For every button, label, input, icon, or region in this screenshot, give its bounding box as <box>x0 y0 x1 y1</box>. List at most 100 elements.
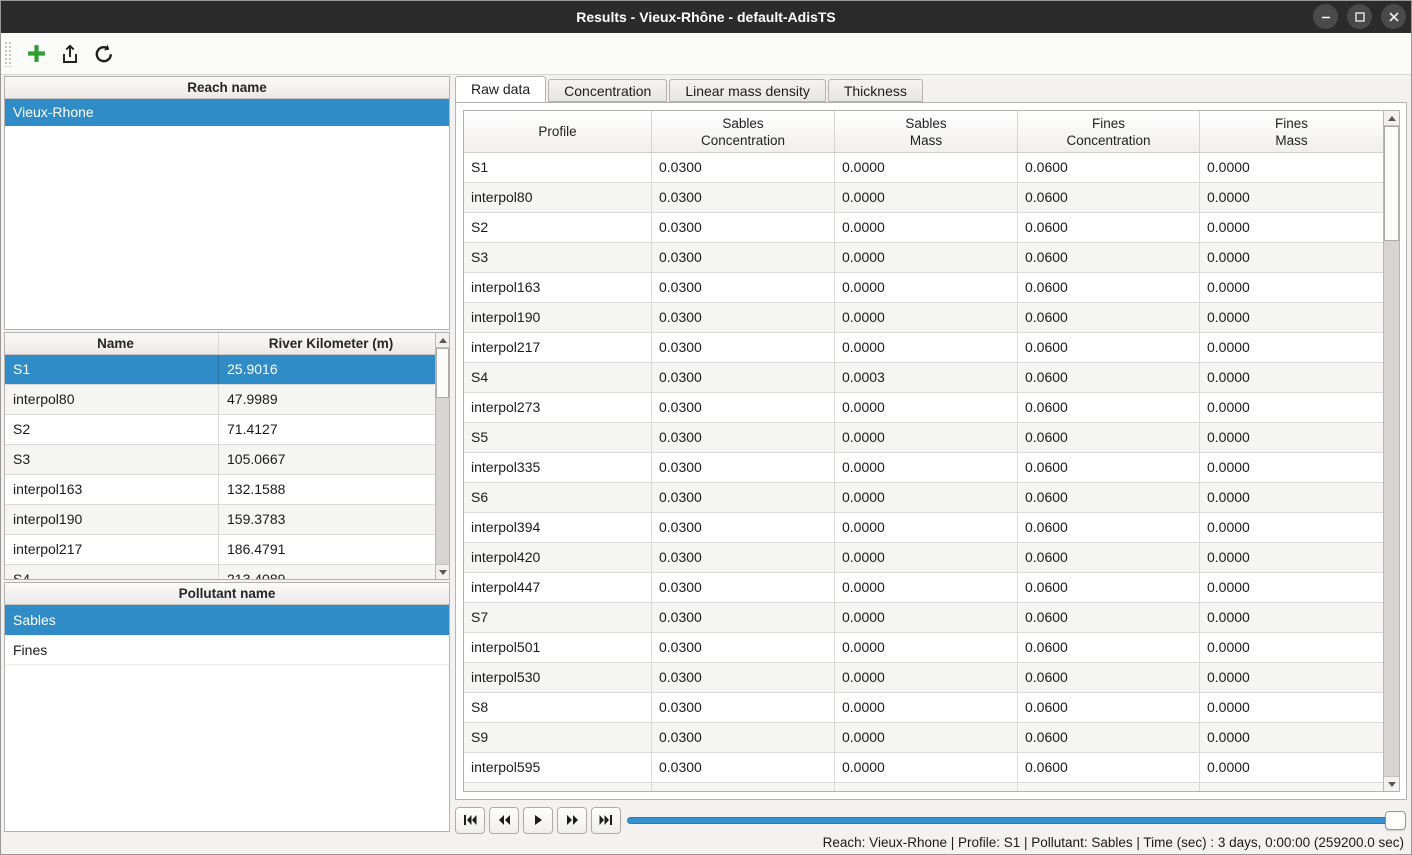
tab-bar: Raw dataConcentrationLinear mass density… <box>455 76 925 102</box>
table-row-s3[interactable]: S30.03000.00000.06000.0000 <box>464 243 1383 273</box>
table-row-interpol447[interactable]: interpol4470.03000.00000.06000.0000 <box>464 573 1383 603</box>
minimize-button[interactable] <box>1313 4 1338 29</box>
table-row-interpol420[interactable]: interpol4200.03000.00000.06000.0000 <box>464 543 1383 573</box>
tab-thickness[interactable]: Thickness <box>828 79 923 102</box>
cell: 0.0600 <box>1018 483 1200 512</box>
cell: 0.0600 <box>1018 393 1200 422</box>
scrollbar-track[interactable] <box>1384 126 1399 776</box>
refresh-button[interactable] <box>87 37 121 71</box>
reach-item-vieux-rhone[interactable]: Vieux-Rhone <box>5 99 449 126</box>
table-row-interpol501[interactable]: interpol5010.03000.00000.06000.0000 <box>464 633 1383 663</box>
profile-row-s3[interactable]: S3105.0667 <box>5 445 435 475</box>
cell: interpol595 <box>464 753 652 782</box>
maximize-icon <box>1355 12 1365 22</box>
column-header-profile[interactable]: Profile <box>464 111 652 152</box>
cell: 0.0000 <box>835 603 1018 632</box>
table-row-s8[interactable]: S80.03000.00000.06000.0000 <box>464 693 1383 723</box>
table-row-s5[interactable]: S50.03000.00000.06000.0000 <box>464 423 1383 453</box>
rewind-button[interactable] <box>489 807 519 834</box>
cell: 0.0600 <box>1018 603 1200 632</box>
table-row-interpol273[interactable]: interpol2730.03000.00000.06000.0000 <box>464 393 1383 423</box>
cell: 0.0000 <box>1200 513 1383 542</box>
cell: interpol273 <box>464 393 652 422</box>
column-header-fines-mass[interactable]: FinesMass <box>1200 111 1383 152</box>
cell: 0.0300 <box>652 783 835 791</box>
pollutant-item-fines[interactable]: Fines <box>5 635 449 665</box>
table-row-interpol530[interactable]: interpol5300.03000.00000.06000.0000 <box>464 663 1383 693</box>
time-slider-handle[interactable] <box>1385 811 1406 830</box>
column-header-sables-concentration[interactable]: SablesConcentration <box>652 111 835 152</box>
cell: 0.0000 <box>835 423 1018 452</box>
cell: 0.0000 <box>1200 303 1383 332</box>
cell: 0.0000 <box>1200 663 1383 692</box>
table-row-interpol80[interactable]: interpol800.03000.00000.06000.0000 <box>464 183 1383 213</box>
pollutant-item-sables[interactable]: Sables <box>5 605 449 635</box>
scroll-down-icon[interactable] <box>436 564 449 579</box>
table-row-interpol394[interactable]: interpol3940.03000.00000.06000.0000 <box>464 513 1383 543</box>
tab-raw-data[interactable]: Raw data <box>455 76 546 102</box>
table-row-s4[interactable]: S40.03000.00030.06000.0000 <box>464 363 1383 393</box>
cell: 0.0000 <box>1200 573 1383 602</box>
scrollbar-thumb[interactable] <box>1384 126 1399 241</box>
time-slider[interactable] <box>627 817 1405 824</box>
add-button[interactable] <box>19 37 53 71</box>
close-button[interactable] <box>1381 4 1406 29</box>
scrollbar-track[interactable] <box>436 348 449 564</box>
cell: 0.0300 <box>652 753 835 782</box>
table-row-s10[interactable]: S100.03000.00000.06000.0000 <box>464 783 1383 791</box>
table-row-s6[interactable]: S60.03000.00000.06000.0000 <box>464 483 1383 513</box>
profile-row-interpol217[interactable]: interpol217186.4791 <box>5 535 435 565</box>
profile-row-s1[interactable]: S125.9016 <box>5 355 435 385</box>
toolbar-drag-handle[interactable] <box>4 41 13 67</box>
table-row-s2[interactable]: S20.03000.00000.06000.0000 <box>464 213 1383 243</box>
toolbar <box>0 33 1412 75</box>
profile-row-s2[interactable]: S271.4127 <box>5 415 435 445</box>
data-table-scrollbar[interactable] <box>1383 111 1399 791</box>
table-row-interpol217[interactable]: interpol2170.03000.00000.06000.0000 <box>464 333 1383 363</box>
scroll-up-icon[interactable] <box>436 333 449 348</box>
tab-linear-mass-density[interactable]: Linear mass density <box>669 79 826 102</box>
table-row-interpol163[interactable]: interpol1630.03000.00000.06000.0000 <box>464 273 1383 303</box>
tab-concentration[interactable]: Concentration <box>548 79 667 102</box>
play-button[interactable] <box>523 807 553 834</box>
cell: 0.0600 <box>1018 153 1200 182</box>
profile-row-interpol190[interactable]: interpol190159.3783 <box>5 505 435 535</box>
profile-row-interpol80[interactable]: interpol8047.9989 <box>5 385 435 415</box>
column-header-sables-mass[interactable]: SablesMass <box>835 111 1018 152</box>
fast-forward-button[interactable] <box>557 807 587 834</box>
scrollbar-thumb[interactable] <box>436 348 449 398</box>
cell: 0.0003 <box>835 363 1018 392</box>
table-row-interpol190[interactable]: interpol1900.03000.00000.06000.0000 <box>464 303 1383 333</box>
skip-end-button[interactable] <box>591 807 621 834</box>
table-row-s9[interactable]: S90.03000.00000.06000.0000 <box>464 723 1383 753</box>
status-text: Reach: Vieux-Rhone | Profile: S1 | Pollu… <box>823 835 1404 850</box>
column-header-fines-concentration[interactable]: FinesConcentration <box>1018 111 1200 152</box>
cell: 0.0000 <box>835 483 1018 512</box>
maximize-button[interactable] <box>1347 4 1372 29</box>
profile-col-header-name[interactable]: Name <box>5 333 219 354</box>
table-row-s7[interactable]: S70.03000.00000.06000.0000 <box>464 603 1383 633</box>
cell: 0.0000 <box>835 723 1018 752</box>
profile-row-interpol163[interactable]: interpol163132.1588 <box>5 475 435 505</box>
scroll-up-icon[interactable] <box>1384 111 1399 126</box>
export-button[interactable] <box>53 37 87 71</box>
cell: 0.0600 <box>1018 183 1200 212</box>
profile-rk-cell: 186.4791 <box>219 535 435 564</box>
export-icon <box>59 43 81 65</box>
skip-start-button[interactable] <box>455 807 485 834</box>
table-row-interpol595[interactable]: interpol5950.03000.00000.06000.0000 <box>464 753 1383 783</box>
profile-row-s4[interactable]: S4213.4089 <box>5 565 435 580</box>
table-row-s1[interactable]: S10.03000.00000.06000.0000 <box>464 153 1383 183</box>
cell: 0.0600 <box>1018 693 1200 722</box>
title-bar: Results - Vieux-Rhône - default-AdisTS <box>0 0 1412 33</box>
cell: 0.0300 <box>652 453 835 482</box>
profile-col-header-rk[interactable]: River Kilometer (m) <box>219 333 435 354</box>
scroll-down-icon[interactable] <box>1384 776 1399 791</box>
cell: 0.0600 <box>1018 543 1200 572</box>
fast-forward-icon <box>566 814 579 826</box>
cell: 0.0300 <box>652 273 835 302</box>
cell: 0.0300 <box>652 573 835 602</box>
table-row-interpol335[interactable]: interpol3350.03000.00000.06000.0000 <box>464 453 1383 483</box>
refresh-icon <box>93 43 115 65</box>
profile-table-scrollbar[interactable] <box>435 333 449 579</box>
